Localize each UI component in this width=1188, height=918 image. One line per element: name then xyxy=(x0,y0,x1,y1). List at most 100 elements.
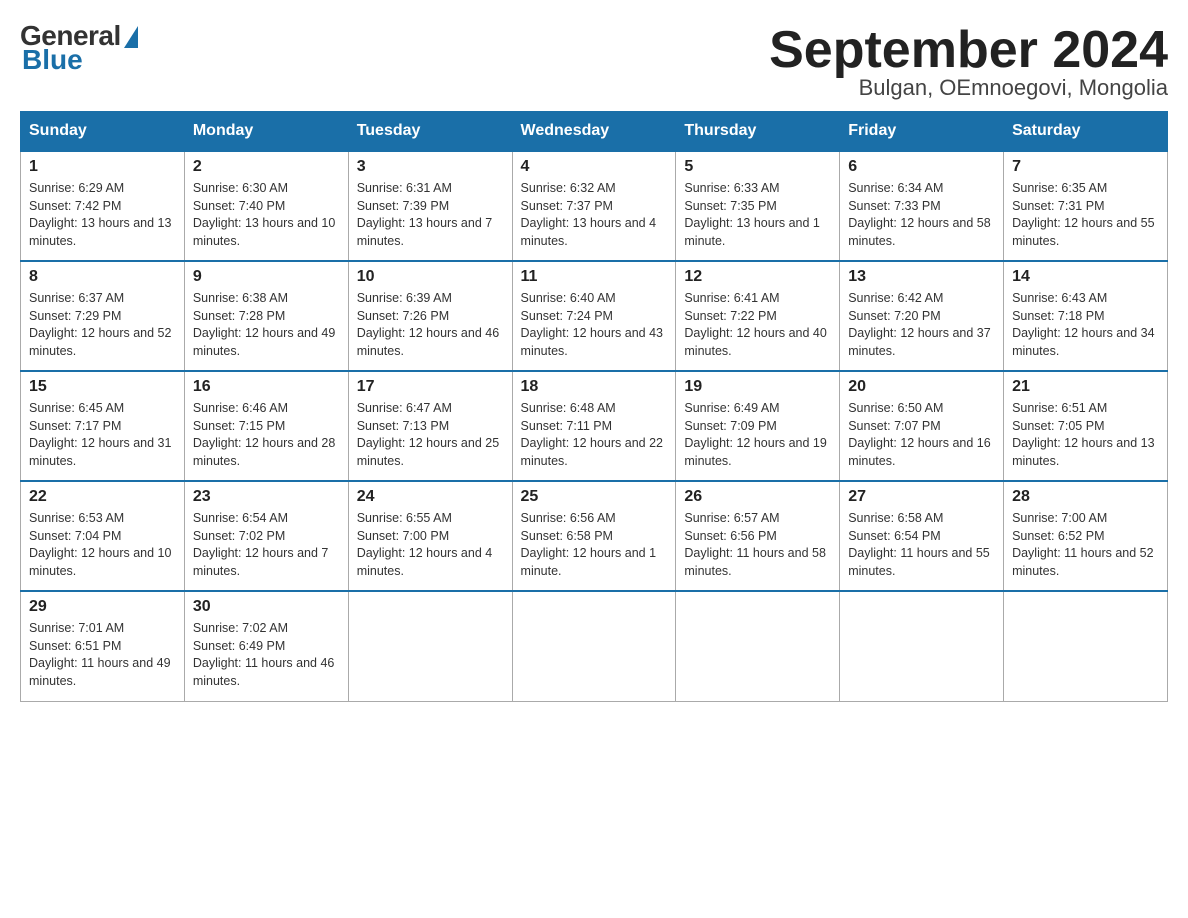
day-number: 21 xyxy=(1012,378,1159,396)
day-number: 12 xyxy=(684,268,831,286)
day-info: Sunrise: 6:33 AMSunset: 7:35 PMDaylight:… xyxy=(684,180,831,250)
day-number: 29 xyxy=(29,598,176,616)
calendar-cell: 5 Sunrise: 6:33 AMSunset: 7:35 PMDaylight… xyxy=(676,151,840,261)
day-number: 6 xyxy=(848,158,995,176)
calendar-cell: 2 Sunrise: 6:30 AMSunset: 7:40 PMDaylight… xyxy=(184,151,348,261)
day-info: Sunrise: 6:49 AMSunset: 7:09 PMDaylight:… xyxy=(684,400,831,470)
day-info: Sunrise: 6:30 AMSunset: 7:40 PMDaylight:… xyxy=(193,180,340,250)
weekday-header-row: Sunday Monday Tuesday Wednesday Thursday… xyxy=(21,112,1168,152)
day-number: 14 xyxy=(1012,268,1159,286)
day-number: 23 xyxy=(193,488,340,506)
day-info: Sunrise: 6:57 AMSunset: 6:56 PMDaylight:… xyxy=(684,510,831,580)
calendar-cell: 15 Sunrise: 6:45 AMSunset: 7:17 PMDayligh… xyxy=(21,371,185,481)
day-number: 17 xyxy=(357,378,504,396)
day-info: Sunrise: 6:48 AMSunset: 7:11 PMDaylight:… xyxy=(521,400,668,470)
day-number: 9 xyxy=(193,268,340,286)
day-number: 15 xyxy=(29,378,176,396)
logo-blue-text: Blue xyxy=(22,44,83,76)
day-number: 3 xyxy=(357,158,504,176)
week-row-5: 29 Sunrise: 7:01 AMSunset: 6:51 PMDayligh… xyxy=(21,591,1168,701)
day-info: Sunrise: 6:50 AMSunset: 7:07 PMDaylight:… xyxy=(848,400,995,470)
day-info: Sunrise: 6:38 AMSunset: 7:28 PMDaylight:… xyxy=(193,290,340,360)
logo: General Blue xyxy=(20,20,138,76)
header-thursday: Thursday xyxy=(676,112,840,152)
day-info: Sunrise: 6:47 AMSunset: 7:13 PMDaylight:… xyxy=(357,400,504,470)
header-tuesday: Tuesday xyxy=(348,112,512,152)
logo-triangle-icon xyxy=(124,26,138,48)
calendar-cell: 26 Sunrise: 6:57 AMSunset: 6:56 PMDayligh… xyxy=(676,481,840,591)
week-row-1: 1Sunrise: 6:29 AMSunset: 7:42 PMDaylight… xyxy=(21,151,1168,261)
day-info: Sunrise: 6:42 AMSunset: 7:20 PMDaylight:… xyxy=(848,290,995,360)
day-info: Sunrise: 6:46 AMSunset: 7:15 PMDaylight:… xyxy=(193,400,340,470)
day-info: Sunrise: 6:39 AMSunset: 7:26 PMDaylight:… xyxy=(357,290,504,360)
day-number: 10 xyxy=(357,268,504,286)
day-info: Sunrise: 6:56 AMSunset: 6:58 PMDaylight:… xyxy=(521,510,668,580)
calendar-cell: 6 Sunrise: 6:34 AMSunset: 7:33 PMDaylight… xyxy=(840,151,1004,261)
calendar-cell: 16 Sunrise: 6:46 AMSunset: 7:15 PMDayligh… xyxy=(184,371,348,481)
calendar-cell: 23 Sunrise: 6:54 AMSunset: 7:02 PMDayligh… xyxy=(184,481,348,591)
day-info: Sunrise: 6:43 AMSunset: 7:18 PMDaylight:… xyxy=(1012,290,1159,360)
calendar-cell: 17 Sunrise: 6:47 AMSunset: 7:13 PMDayligh… xyxy=(348,371,512,481)
day-info: Sunrise: 6:37 AMSunset: 7:29 PMDaylight:… xyxy=(29,290,176,360)
week-row-4: 22 Sunrise: 6:53 AMSunset: 7:04 PMDayligh… xyxy=(21,481,1168,591)
day-info: Sunrise: 7:00 AMSunset: 6:52 PMDaylight:… xyxy=(1012,510,1159,580)
title-section: September 2024 Bulgan, OEmnoegovi, Mongo… xyxy=(769,20,1168,101)
header-saturday: Saturday xyxy=(1004,112,1168,152)
day-number: 7 xyxy=(1012,158,1159,176)
day-number: 25 xyxy=(521,488,668,506)
day-info: Sunrise: 6:34 AMSunset: 7:33 PMDaylight:… xyxy=(848,180,995,250)
header-sunday: Sunday xyxy=(21,112,185,152)
day-number: 13 xyxy=(848,268,995,286)
day-number: 1 xyxy=(29,158,176,176)
calendar-cell: 19 Sunrise: 6:49 AMSunset: 7:09 PMDayligh… xyxy=(676,371,840,481)
day-number: 2 xyxy=(193,158,340,176)
day-info: Sunrise: 6:41 AMSunset: 7:22 PMDaylight:… xyxy=(684,290,831,360)
calendar-cell: 27 Sunrise: 6:58 AMSunset: 6:54 PMDayligh… xyxy=(840,481,1004,591)
calendar-cell: 20 Sunrise: 6:50 AMSunset: 7:07 PMDayligh… xyxy=(840,371,1004,481)
calendar-cell: 1Sunrise: 6:29 AMSunset: 7:42 PMDaylight… xyxy=(21,151,185,261)
header-monday: Monday xyxy=(184,112,348,152)
calendar-cell: 8Sunrise: 6:37 AMSunset: 7:29 PMDaylight… xyxy=(21,261,185,371)
day-number: 5 xyxy=(684,158,831,176)
calendar-cell: 3Sunrise: 6:31 AMSunset: 7:39 PMDaylight… xyxy=(348,151,512,261)
header-friday: Friday xyxy=(840,112,1004,152)
calendar-cell: 10 Sunrise: 6:39 AMSunset: 7:26 PMDayligh… xyxy=(348,261,512,371)
calendar-cell: 25 Sunrise: 6:56 AMSunset: 6:58 PMDayligh… xyxy=(512,481,676,591)
day-number: 27 xyxy=(848,488,995,506)
day-number: 16 xyxy=(193,378,340,396)
calendar-cell: 14 Sunrise: 6:43 AMSunset: 7:18 PMDayligh… xyxy=(1004,261,1168,371)
day-info: Sunrise: 7:01 AMSunset: 6:51 PMDaylight:… xyxy=(29,620,176,690)
calendar-cell: 24 Sunrise: 6:55 AMSunset: 7:00 PMDayligh… xyxy=(348,481,512,591)
page-header: General Blue September 2024 Bulgan, OEmn… xyxy=(20,20,1168,101)
day-number: 24 xyxy=(357,488,504,506)
calendar-cell: 18 Sunrise: 6:48 AMSunset: 7:11 PMDayligh… xyxy=(512,371,676,481)
day-info: Sunrise: 7:02 AMSunset: 6:49 PMDaylight:… xyxy=(193,620,340,690)
calendar-cell: 13 Sunrise: 6:42 AMSunset: 7:20 PMDayligh… xyxy=(840,261,1004,371)
day-number: 30 xyxy=(193,598,340,616)
calendar-cell: 21 Sunrise: 6:51 AMSunset: 7:05 PMDayligh… xyxy=(1004,371,1168,481)
day-info: Sunrise: 6:45 AMSunset: 7:17 PMDaylight:… xyxy=(29,400,176,470)
day-number: 26 xyxy=(684,488,831,506)
calendar-cell xyxy=(840,591,1004,701)
day-number: 18 xyxy=(521,378,668,396)
day-info: Sunrise: 6:53 AMSunset: 7:04 PMDaylight:… xyxy=(29,510,176,580)
day-info: Sunrise: 6:35 AMSunset: 7:31 PMDaylight:… xyxy=(1012,180,1159,250)
calendar-cell: 9 Sunrise: 6:38 AMSunset: 7:28 PMDaylight… xyxy=(184,261,348,371)
calendar-cell: 4Sunrise: 6:32 AMSunset: 7:37 PMDaylight… xyxy=(512,151,676,261)
calendar-cell: 28 Sunrise: 7:00 AMSunset: 6:52 PMDayligh… xyxy=(1004,481,1168,591)
day-number: 22 xyxy=(29,488,176,506)
calendar-cell: 30 Sunrise: 7:02 AMSunset: 6:49 PMDayligh… xyxy=(184,591,348,701)
day-number: 28 xyxy=(1012,488,1159,506)
day-info: Sunrise: 6:55 AMSunset: 7:00 PMDaylight:… xyxy=(357,510,504,580)
day-number: 20 xyxy=(848,378,995,396)
week-row-2: 8Sunrise: 6:37 AMSunset: 7:29 PMDaylight… xyxy=(21,261,1168,371)
calendar-cell: 7 Sunrise: 6:35 AMSunset: 7:31 PMDaylight… xyxy=(1004,151,1168,261)
week-row-3: 15 Sunrise: 6:45 AMSunset: 7:17 PMDayligh… xyxy=(21,371,1168,481)
header-wednesday: Wednesday xyxy=(512,112,676,152)
day-number: 19 xyxy=(684,378,831,396)
day-info: Sunrise: 6:54 AMSunset: 7:02 PMDaylight:… xyxy=(193,510,340,580)
calendar-table: Sunday Monday Tuesday Wednesday Thursday… xyxy=(20,111,1168,702)
day-info: Sunrise: 6:58 AMSunset: 6:54 PMDaylight:… xyxy=(848,510,995,580)
day-info: Sunrise: 6:40 AMSunset: 7:24 PMDaylight:… xyxy=(521,290,668,360)
day-info: Sunrise: 6:51 AMSunset: 7:05 PMDaylight:… xyxy=(1012,400,1159,470)
